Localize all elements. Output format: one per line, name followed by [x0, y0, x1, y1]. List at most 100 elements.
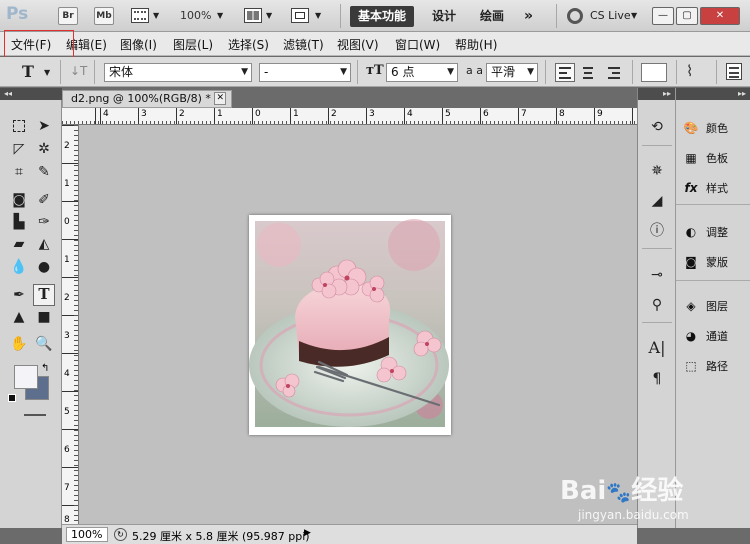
character-panel-icon[interactable] [726, 63, 742, 80]
status-menu-arrow-icon[interactable]: ▶ [304, 528, 311, 538]
screen-mode-icon[interactable] [291, 8, 309, 23]
font-size-field[interactable]: 6 点 ▼ [386, 63, 458, 82]
menu-window[interactable]: 窗口(W) [395, 36, 440, 53]
panel-swatches[interactable]: ▦ 色板 [682, 150, 728, 167]
view-extras-chevron-icon[interactable]: ▼ [153, 11, 159, 20]
panel-paths[interactable]: ⬚ 路径 [682, 358, 728, 375]
anti-alias-value: 平滑 [491, 65, 516, 79]
mini-bridge-button[interactable]: Mb [94, 7, 114, 25]
pen-tool-icon[interactable]: ✒ [8, 284, 30, 306]
more-workspaces-button[interactable]: » [516, 6, 541, 27]
anti-alias-select[interactable]: 平滑 ▼ [486, 63, 538, 82]
ruler-label: 7 [64, 483, 70, 493]
menu-help[interactable]: 帮助(H) [455, 36, 497, 53]
cs-live-label[interactable]: CS Live [590, 9, 631, 22]
navigator-panel-icon[interactable]: ✵ [646, 160, 668, 182]
menu-select[interactable]: 选择(S) [228, 36, 269, 53]
layers-icon: ◈ [686, 299, 696, 313]
status-zoom-field[interactable]: 100% [66, 527, 108, 542]
divider [340, 4, 341, 28]
zoom-tool-icon[interactable]: 🔍 [33, 333, 55, 355]
history-brush-tool-icon[interactable]: ✑ [33, 211, 55, 233]
type-tool-icon[interactable]: T [33, 284, 55, 306]
move-tool-icon[interactable]: ➤ [33, 115, 55, 137]
document-tab[interactable]: d2.png @ 100%(RGB/8) * ✕ [62, 90, 232, 108]
healing-brush-tool-icon[interactable]: ◙ [8, 189, 30, 211]
eyedropper-tool-icon[interactable]: ✎ [33, 161, 55, 183]
clone-stamp-tool-icon[interactable]: ▙ [8, 211, 30, 233]
toggle-text-orientation-icon[interactable]: ↓T [70, 64, 87, 78]
font-style-select[interactable]: - ▼ [259, 63, 351, 82]
blur-tool-icon[interactable]: 💧 [8, 256, 30, 278]
menu-view[interactable]: 视图(V) [337, 36, 379, 53]
brush-tool-icon[interactable]: ✐ [33, 189, 55, 211]
restore-button[interactable]: ▢ [676, 7, 698, 25]
tools-panel-grip[interactable]: ◂◂ [0, 88, 62, 100]
panel-color[interactable]: 🎨 颜色 [682, 120, 728, 137]
document-info-icon[interactable]: ↻ [114, 528, 127, 541]
screen-mode-chevron-icon[interactable]: ▼ [315, 11, 321, 20]
default-colors-icon[interactable] [8, 394, 16, 402]
eraser-tool-icon[interactable]: ▰ [8, 233, 30, 255]
character-panel-icon[interactable]: A| [646, 338, 668, 360]
dock-grip[interactable]: ▸▸ [676, 88, 750, 100]
align-left-button[interactable] [555, 63, 575, 82]
minimize-button[interactable]: — [652, 7, 674, 25]
bridge-button[interactable]: Br [58, 7, 78, 25]
quick-mask-icon[interactable] [24, 414, 46, 416]
magic-wand-tool-icon[interactable]: ✲ [33, 138, 55, 160]
histogram-panel-icon[interactable]: ◢ [646, 190, 668, 212]
cs-live-chevron-icon[interactable]: ▼ [631, 11, 637, 20]
arrange-chevron-icon[interactable]: ▼ [266, 11, 272, 20]
workspace-design-button[interactable]: 设计 [424, 6, 464, 27]
dock-grip[interactable]: ▸▸ [638, 88, 675, 100]
ruler-label: 6 [483, 109, 489, 119]
brush-presets-panel-icon[interactable]: ⊸ [646, 264, 668, 286]
ruler-label: 3 [64, 331, 70, 341]
panel-masks[interactable]: ◙ 蒙版 [682, 254, 728, 271]
panel-styles[interactable]: fx 样式 [682, 180, 728, 197]
channels-icon: ◕ [685, 329, 697, 343]
arrange-documents-icon[interactable] [244, 8, 262, 23]
zoom-level[interactable]: 100% [180, 9, 211, 22]
zoom-chevron-icon[interactable]: ▼ [217, 11, 223, 20]
foreground-color-swatch[interactable] [14, 365, 38, 389]
tool-preset-chevron-icon[interactable]: ▼ [44, 68, 50, 77]
view-extras-icon[interactable] [131, 8, 149, 23]
menu-image[interactable]: 图像(I) [120, 36, 157, 53]
document-tab-title: d2.png @ 100%(RGB/8) * [71, 92, 211, 105]
hand-tool-icon[interactable]: ✋ [8, 333, 30, 355]
warp-text-icon[interactable]: ⌇ [686, 62, 693, 80]
align-center-button[interactable] [578, 63, 598, 82]
panel-adjustments[interactable]: ◐ 调整 [682, 224, 728, 241]
image-canvas[interactable] [249, 215, 451, 435]
menu-filter[interactable]: 滤镜(T) [283, 36, 324, 53]
align-right-button[interactable] [603, 63, 623, 82]
info-panel-icon[interactable]: ⓘ [646, 220, 668, 242]
cs-live-icon[interactable] [567, 8, 583, 24]
workspace-painting-button[interactable]: 绘画 [472, 6, 512, 27]
clone-source-panel-icon[interactable]: ⚲ [646, 294, 668, 316]
font-family-value: 宋体 [109, 65, 134, 79]
paint-bucket-tool-icon[interactable]: ◭ [33, 233, 55, 255]
path-selection-tool-icon[interactable]: ▲ [8, 306, 30, 328]
rectangle-tool-icon[interactable]: ■ [33, 306, 55, 328]
paragraph-panel-icon[interactable]: ¶ [646, 368, 668, 390]
workspace-essentials-button[interactable]: 基本功能 [350, 6, 415, 27]
chevron-down-icon: ▼ [447, 67, 454, 77]
marquee-tool-icon[interactable] [8, 115, 30, 137]
text-color-swatch[interactable] [641, 63, 667, 82]
dodge-tool-icon[interactable]: ● [33, 256, 55, 278]
menu-layer[interactable]: 图层(L) [173, 36, 213, 53]
font-family-select[interactable]: 宋体 ▼ [104, 63, 252, 82]
lasso-tool-icon[interactable]: ◸ [8, 138, 30, 160]
panel-label: 色板 [706, 152, 728, 165]
crop-tool-icon[interactable]: ⌗ [8, 161, 30, 183]
history-panel-icon[interactable]: ⟲ [646, 116, 668, 138]
close-tab-icon[interactable]: ✕ [214, 92, 226, 105]
close-button[interactable]: ✕ [700, 7, 740, 25]
swap-colors-icon[interactable]: ↰ [41, 363, 49, 374]
text-tool-preset-icon[interactable]: T [22, 62, 34, 81]
panel-layers[interactable]: ◈ 图层 [682, 298, 728, 315]
panel-channels[interactable]: ◕ 通道 [682, 328, 728, 345]
